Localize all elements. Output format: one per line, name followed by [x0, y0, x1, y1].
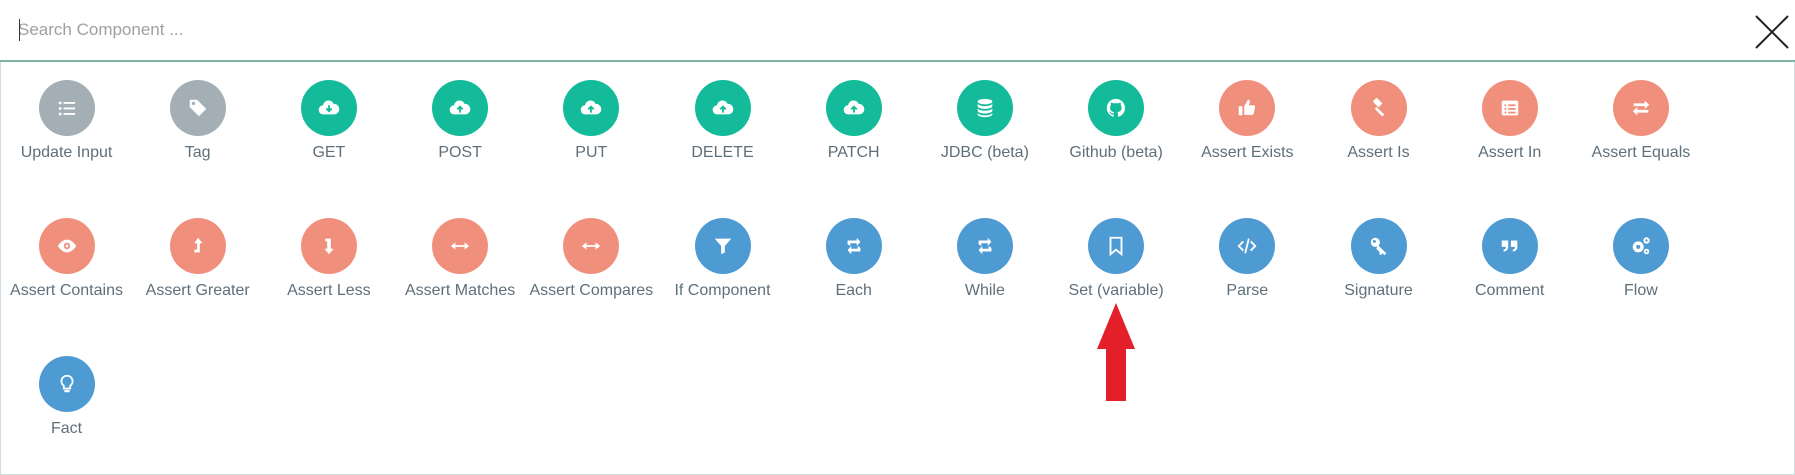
database-icon [956, 80, 1013, 136]
component-label: While [964, 282, 1005, 299]
component-label: Assert Greater [145, 282, 250, 299]
key-icon [1350, 218, 1407, 274]
cloud-upload-icon [563, 80, 620, 136]
component-assert-greater[interactable]: Assert Greater [132, 218, 263, 300]
component-label: Parse [1226, 282, 1269, 299]
component-label: Signature [1344, 282, 1413, 299]
component-fact[interactable]: Fact [1, 356, 132, 438]
close-button[interactable] [1752, 12, 1792, 52]
component-while[interactable]: While [919, 218, 1050, 300]
component-flow[interactable]: Flow [1575, 218, 1706, 300]
component-signature[interactable]: Signature [1313, 218, 1444, 300]
component-assert-contains[interactable]: Assert Contains [1, 218, 132, 300]
list-alt-icon [1481, 80, 1538, 136]
arrows-h-icon [563, 218, 620, 274]
search-bar [0, 0, 1795, 62]
component-label: Update Input [20, 144, 113, 161]
search-input[interactable] [18, 12, 1718, 48]
component-parse[interactable]: Parse [1182, 218, 1313, 300]
component-get[interactable]: GET [263, 80, 394, 162]
component-label: PATCH [827, 144, 880, 161]
component-assert-equals[interactable]: Assert Equals [1575, 80, 1706, 162]
component-label: Assert Contains [10, 282, 123, 299]
component-label: DELETE [691, 144, 754, 161]
component-tag[interactable]: Tag [132, 80, 263, 162]
component-patch[interactable]: PATCH [788, 80, 919, 162]
close-icon [1755, 15, 1789, 49]
quote-icon [1481, 218, 1538, 274]
gears-icon [1612, 218, 1669, 274]
component-set-variable[interactable]: Set (variable) [1051, 218, 1182, 300]
cloud-download-icon [300, 80, 357, 136]
red-arrow-annotation [1097, 303, 1135, 401]
component-label: Assert Equals [1591, 144, 1691, 161]
component-delete[interactable]: DELETE [657, 80, 788, 162]
component-label: Set (variable) [1068, 282, 1164, 299]
component-if-component[interactable]: If Component [657, 218, 788, 300]
code-icon [1219, 218, 1276, 274]
component-label: Each [835, 282, 872, 299]
component-label: Assert Exists [1201, 144, 1294, 161]
component-assert-compares[interactable]: Assert Compares [526, 218, 657, 300]
component-label: Github (beta) [1069, 144, 1163, 161]
eye-icon [38, 218, 95, 274]
list-icon [38, 80, 95, 136]
component-assert-in[interactable]: Assert In [1444, 80, 1575, 162]
retweet-icon [825, 218, 882, 274]
component-github-beta[interactable]: Github (beta) [1051, 80, 1182, 162]
component-assert-is[interactable]: Assert Is [1313, 80, 1444, 162]
arrows-h-icon [432, 218, 489, 274]
thumbs-up-icon [1219, 80, 1276, 136]
component-label: Assert In [1478, 144, 1542, 161]
retweet-icon [956, 218, 1013, 274]
component-label: Assert Is [1347, 144, 1410, 161]
component-assert-less[interactable]: Assert Less [263, 218, 394, 300]
component-label: Comment [1475, 282, 1545, 299]
component-each[interactable]: Each [788, 218, 919, 300]
component-label: Tag [184, 144, 211, 161]
component-label: If Component [674, 282, 771, 299]
component-label: Flow [1624, 282, 1658, 299]
lightbulb-icon [38, 356, 95, 412]
cloud-upload-icon [432, 80, 489, 136]
tag-icon [169, 80, 226, 136]
level-up-icon [169, 218, 226, 274]
component-label: Assert Matches [404, 282, 516, 299]
gavel-icon [1350, 80, 1407, 136]
component-update-input[interactable]: Update Input [1, 80, 132, 162]
bookmark-icon [1088, 218, 1145, 274]
component-label: Fact [50, 420, 83, 437]
filter-icon [694, 218, 751, 274]
component-label: GET [312, 144, 346, 161]
cloud-upload-icon [825, 80, 882, 136]
component-label: PUT [575, 144, 608, 161]
exchange-icon [1612, 80, 1669, 136]
component-label: Assert Less [287, 282, 371, 299]
cloud-upload-icon [694, 80, 751, 136]
component-put[interactable]: PUT [526, 80, 657, 162]
text-caret [19, 19, 20, 41]
component-label: Assert Compares [529, 282, 654, 299]
component-assert-matches[interactable]: Assert Matches [395, 218, 526, 300]
level-down-icon [300, 218, 357, 274]
component-jdbc-beta[interactable]: JDBC (beta) [919, 80, 1050, 162]
component-assert-exists[interactable]: Assert Exists [1182, 80, 1313, 162]
component-label: JDBC (beta) [940, 144, 1029, 161]
component-post[interactable]: POST [395, 80, 526, 162]
component-label: POST [438, 144, 482, 161]
component-comment[interactable]: Comment [1444, 218, 1575, 300]
github-icon [1088, 80, 1145, 136]
